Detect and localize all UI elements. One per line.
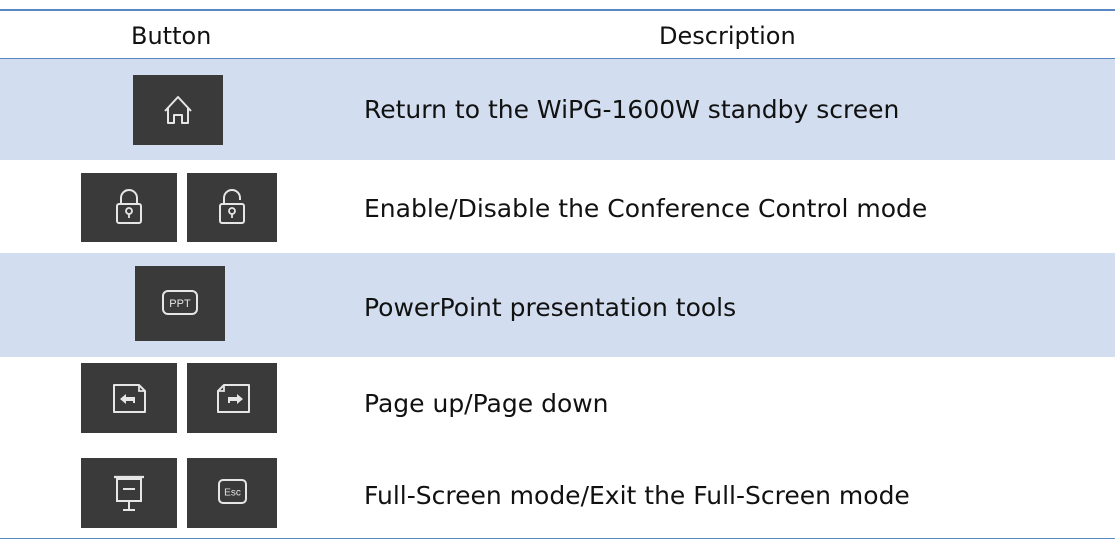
row-description: Page up/Page down — [364, 389, 609, 418]
unlock-icon — [219, 189, 245, 224]
page-up-button[interactable] — [81, 363, 177, 433]
ppt-label: PPT — [169, 298, 191, 310]
table-row: Page up/Page down — [0, 357, 1115, 450]
home-button[interactable] — [133, 75, 223, 145]
row-description: Enable/Disable the Conference Control mo… — [364, 194, 928, 223]
home-icon — [164, 96, 192, 124]
header-button: Button — [131, 22, 212, 50]
esc-button[interactable]: Esc — [187, 458, 277, 528]
button-description-table: Button Description Return to the WiPG-16… — [0, 0, 1115, 539]
table-header: Button Description — [0, 9, 1115, 59]
lock-button[interactable] — [81, 173, 177, 242]
table-row: Return to the WiPG-1600W standby screen — [0, 59, 1115, 160]
full-screen-icon — [114, 475, 144, 511]
page-up-icon — [113, 384, 146, 413]
row-description: PowerPoint presentation tools — [364, 293, 737, 322]
page-down-button[interactable] — [187, 363, 277, 433]
lock-icon — [116, 189, 142, 224]
row-description: Return to the WiPG-1600W standby screen — [364, 95, 900, 124]
esc-label: Esc — [224, 488, 241, 499]
ppt-button[interactable]: PPT — [135, 266, 225, 341]
table-row: Esc Full-Screen mode/Exit the Full-Scree… — [0, 450, 1115, 539]
esc-icon: Esc — [218, 479, 247, 504]
header-description: Description — [659, 22, 796, 50]
page-down-icon — [217, 384, 250, 413]
ppt-icon: PPT — [162, 290, 198, 315]
unlock-button[interactable] — [187, 173, 277, 242]
table-row: PPT PowerPoint presentation tools — [0, 253, 1115, 357]
full-screen-button[interactable] — [81, 458, 177, 528]
row-description: Full-Screen mode/Exit the Full-Screen mo… — [364, 481, 910, 510]
table-row: Enable/Disable the Conference Control mo… — [0, 160, 1115, 253]
